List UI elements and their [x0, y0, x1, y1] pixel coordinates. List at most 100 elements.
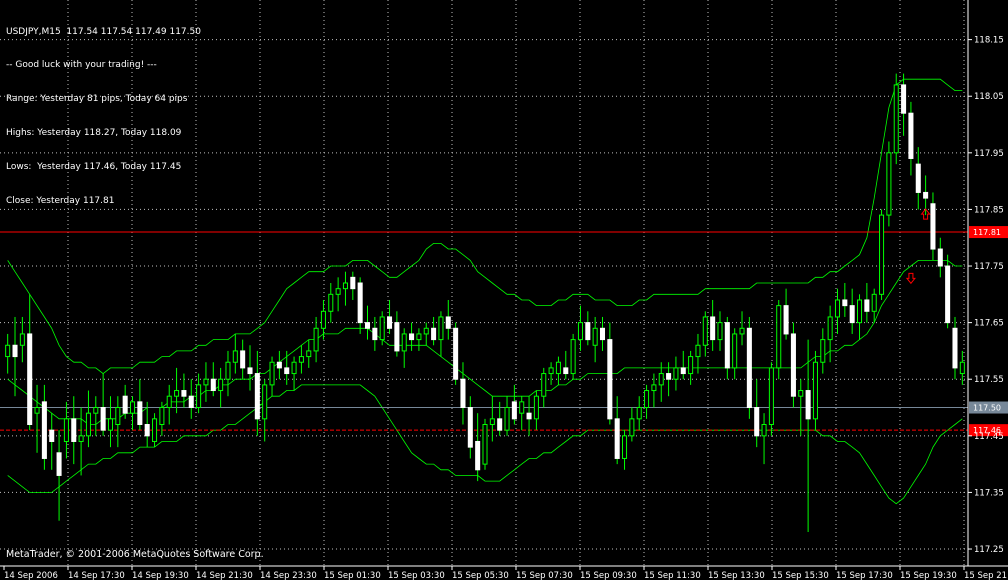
bear-candle	[526, 412, 532, 420]
time-tick-label: 14 Sep 23:30	[260, 571, 317, 580]
bear-candle	[350, 276, 356, 290]
bull-candle	[827, 316, 833, 341]
time-tick-label: 14 Sep 2006	[4, 571, 58, 580]
bear-candle	[945, 265, 951, 324]
bull-candle	[328, 293, 334, 312]
bull-candle	[291, 361, 297, 375]
price-tick-label: 117.55	[974, 375, 1004, 385]
bull-candle	[342, 282, 348, 290]
bear-candle	[122, 395, 128, 414]
time-tick-label: 14 Sep 17:30	[68, 571, 125, 580]
bear-candle	[364, 322, 371, 329]
bull-candle	[658, 373, 664, 386]
bear-candle	[585, 322, 591, 341]
bear-candle	[790, 333, 796, 397]
bear-candle	[276, 361, 282, 369]
bear-candle	[842, 299, 848, 307]
bear-candle	[805, 390, 811, 420]
bear-candle	[666, 373, 672, 380]
bear-candle	[497, 418, 503, 431]
bear-candle	[409, 333, 415, 341]
bull-candle	[577, 322, 583, 341]
bear-candle	[387, 316, 393, 329]
time-tick-label: 14 Sep 21:30	[196, 571, 253, 580]
bull-candle	[555, 361, 561, 375]
bear-candle	[952, 327, 958, 369]
bull-candle	[636, 407, 642, 420]
bear-candle	[27, 333, 33, 425]
bull-candle	[218, 378, 224, 392]
bull-candle	[19, 333, 25, 346]
bear-candle	[144, 424, 150, 437]
bull-candle	[688, 356, 694, 375]
bear-candle	[137, 401, 143, 425]
bull-candle	[622, 435, 628, 459]
bull-candle	[812, 361, 818, 420]
bull-candle	[673, 367, 679, 380]
bull-candle	[739, 327, 745, 335]
bear-candle	[372, 327, 378, 341]
bull-candle	[174, 390, 180, 397]
time-tick-label: 15 Sep 11:30	[644, 571, 701, 580]
bear-candle	[467, 407, 473, 448]
bull-candle	[438, 316, 444, 341]
bear-candle	[901, 84, 907, 114]
time-tick-label: 15 Sep 09:30	[580, 571, 637, 580]
bull-candle	[732, 333, 738, 369]
bear-candle	[930, 203, 936, 250]
bull-candle	[196, 384, 202, 409]
bear-candle	[724, 322, 730, 369]
bear-candle	[680, 367, 686, 375]
bull-candle	[871, 293, 877, 312]
info-line-3: Highs: Yesterday 118.27, Today 118.09	[6, 128, 182, 139]
bear-candle	[915, 163, 921, 193]
bull-candle	[63, 418, 69, 442]
bear-candle	[12, 344, 18, 358]
bull-candle	[34, 407, 40, 414]
bull-candle	[644, 390, 650, 409]
bull-candle	[416, 333, 422, 341]
bull-candle	[798, 390, 804, 397]
bull-candle	[85, 412, 91, 437]
symbol-line: USDJPY,M15 117.54 117.54 117.49 117.50	[6, 26, 201, 37]
bull-candle	[519, 401, 525, 414]
info-line-2: Range: Yesterday 81 pips, Today 64 pips	[6, 94, 188, 105]
bear-candle	[240, 350, 246, 369]
bear-candle	[431, 327, 437, 341]
price-tick-label: 117.85	[974, 205, 1004, 215]
arrow-down-icon	[905, 272, 916, 285]
time-tick-label: 15 Sep 21:30	[964, 571, 1008, 580]
bear-candle	[188, 395, 194, 409]
bull-candle	[152, 418, 158, 442]
bull-candle	[695, 344, 701, 358]
bull-candle	[541, 373, 547, 397]
bull-candle	[629, 418, 635, 437]
price-label-text: 117.50	[973, 404, 1001, 413]
bear-candle	[614, 418, 620, 459]
bull-candle	[717, 322, 723, 341]
price-tick-label: 117.95	[974, 149, 1004, 159]
bull-candle	[959, 361, 965, 375]
bull-candle	[834, 299, 841, 318]
time-tick-label: 15 Sep 17:30	[836, 571, 893, 580]
bear-candle	[607, 339, 613, 420]
info-line-5: Close: Yesterday 117.81	[6, 196, 115, 207]
bear-candle	[394, 322, 400, 352]
time-tick-label: 15 Sep 03:30	[388, 571, 445, 580]
bear-candle	[210, 378, 216, 392]
bull-candle	[335, 288, 341, 295]
time-tick-label: 15 Sep 13:30	[708, 571, 765, 580]
bull-candle	[592, 327, 598, 346]
bear-candle	[937, 248, 943, 267]
bull-candle	[225, 361, 231, 380]
bull-candle	[379, 316, 385, 341]
bull-candle	[856, 299, 863, 324]
bear-candle	[511, 401, 517, 420]
bear-candle	[908, 112, 914, 159]
bull-candle	[262, 384, 268, 420]
bull-candle	[570, 339, 576, 375]
price-tick-label: 117.45	[974, 432, 1004, 442]
bear-candle	[56, 452, 62, 476]
price-tick-label: 117.75	[974, 262, 1004, 272]
bull-candle	[129, 401, 136, 414]
